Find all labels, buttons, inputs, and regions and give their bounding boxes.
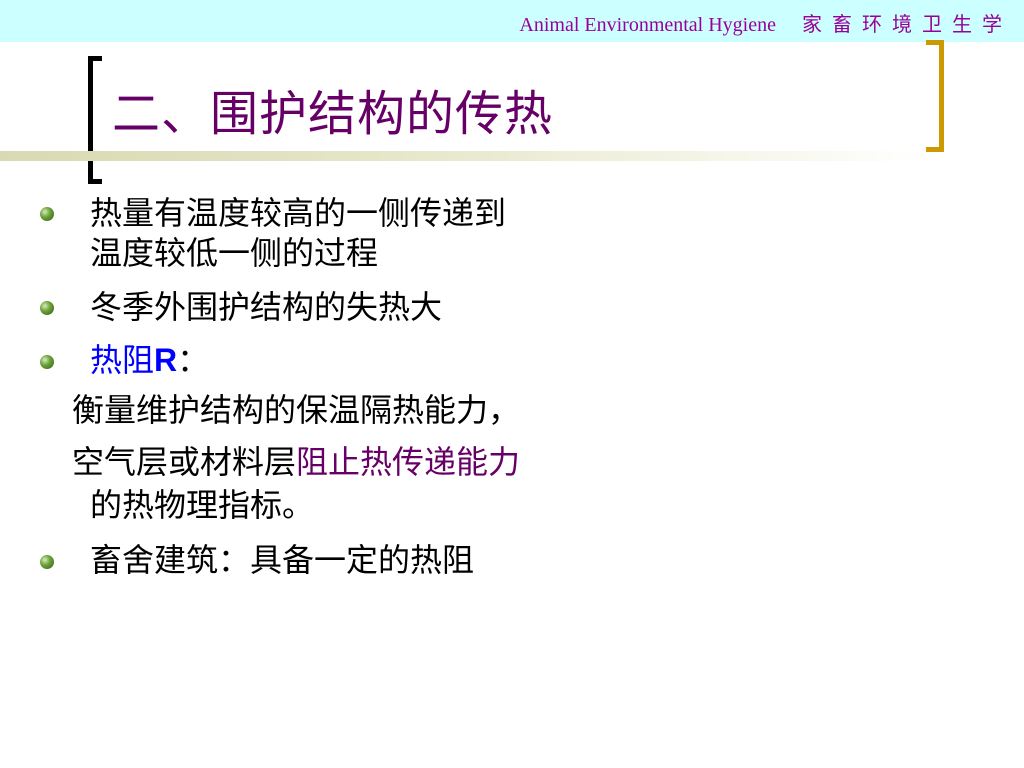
- bullet-item-heat-transfer-line2: 温度较低一侧的过程: [90, 234, 379, 272]
- colon: ：: [177, 341, 210, 379]
- bullet-item-thermal-resistance: 热阻R：: [90, 340, 209, 380]
- definition-insulation-ability: 衡量维护结构的保温隔热能力，: [72, 391, 521, 429]
- bullet-item-barn-building: 畜舍建筑：具备一定的热阻: [90, 541, 475, 579]
- definition-resistance-line1: 空气层或材料层阻止热传递能力: [72, 442, 520, 482]
- thermal-resistance-term: 热阻R: [90, 341, 178, 379]
- definition-highlight: 阻止热传递能力: [296, 443, 521, 481]
- bullet-icon: [40, 301, 54, 315]
- bullet-icon: [40, 555, 54, 569]
- bullet-item-winter-heat-loss: 冬季外围护结构的失热大: [90, 288, 443, 326]
- bullet-icon: [40, 355, 54, 369]
- bullet-item-heat-transfer-line1: 热量有温度较高的一侧传递到: [90, 194, 507, 232]
- bullet-icon: [40, 207, 54, 221]
- definition-prefix: 空气层或材料层: [72, 443, 297, 481]
- definition-resistance-line2: 的热物理指标。: [90, 486, 315, 524]
- slide-body: 热量有温度较高的一侧传递到 温度较低一侧的过程 冬季外围护结构的失热大 热阻R：…: [0, 0, 1024, 768]
- thermal-resistance-symbol: R: [154, 342, 178, 378]
